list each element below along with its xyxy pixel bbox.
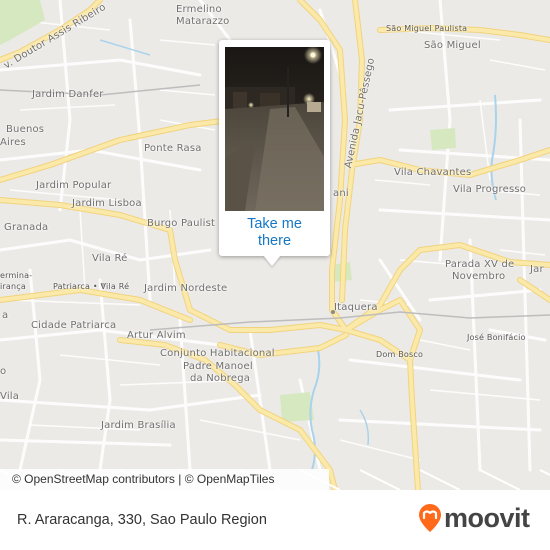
street-photo-image xyxy=(225,47,324,211)
label-dom-bosco: Dom Bosco xyxy=(376,350,424,359)
destination-popup: Take me there xyxy=(219,40,330,256)
label-ani: ani xyxy=(333,188,349,199)
label-jose-bonifacio: José Bonifácio xyxy=(467,333,526,342)
label-artur-alvim: Artur Alvim xyxy=(127,330,186,341)
take-me-there-line2: there xyxy=(257,233,292,249)
label-granada: Granada xyxy=(4,222,49,233)
moovit-wordmark: moovit xyxy=(444,502,530,533)
label-ponte-rasa: Ponte Rasa xyxy=(144,143,202,154)
moovit-logo[interactable]: moovit xyxy=(418,501,530,535)
take-me-there-line1: Take me xyxy=(247,216,302,232)
label-jardim-danfer: Jardim Danfer xyxy=(32,89,104,100)
label-jardim-brasilia: Jardim Brasília xyxy=(101,420,176,431)
map-screen: Ermelino Matarazzo São Miguel Paulista S… xyxy=(0,0,550,550)
label-vila-re: Vila Ré xyxy=(92,253,128,264)
label-da-nobrega: da Nobrega xyxy=(190,373,251,384)
label-buenos: Buenos xyxy=(6,124,45,135)
street-photo xyxy=(225,47,324,211)
label-novembro: Novembro xyxy=(452,271,506,282)
label-jardim-lisboa: Jardim Lisboa xyxy=(72,198,142,209)
label-jardim-popular: Jardim Popular xyxy=(36,180,112,191)
address-text: R. Araracanga, 330, Sao Paulo Region xyxy=(17,512,267,528)
label-cidade-patriarca: Cidade Patriarca xyxy=(31,320,117,331)
popup-pointer xyxy=(263,255,281,266)
map-attribution[interactable]: © OpenStreetMap contributors | © OpenMap… xyxy=(0,469,329,490)
label-o: o xyxy=(0,366,7,377)
label-sao-miguel-paulista: São Miguel Paulista xyxy=(386,24,468,33)
label-ermelina: ermina- xyxy=(0,271,33,280)
label-aires: Aires xyxy=(0,137,26,148)
label-sao-miguel: São Miguel xyxy=(424,40,481,51)
label-vila-progresso: Vila Progresso xyxy=(453,184,527,195)
label-vila-chavantes: Vila Chavantes xyxy=(394,167,472,178)
label-burgo-paulista: Burgo Paulist xyxy=(147,218,216,229)
label-parada-xv: Parada XV de xyxy=(445,259,515,270)
label-padre-manoel: Padre Manoel xyxy=(183,361,253,372)
label-jar: Jar xyxy=(530,264,544,275)
label-iranca: irança xyxy=(0,282,26,291)
label-a: a xyxy=(2,310,9,321)
label-patriarca-vila-re: Patriarca • Vila Ré xyxy=(53,282,130,291)
moovit-pin-icon xyxy=(419,504,441,532)
map-canvas[interactable]: Ermelino Matarazzo São Miguel Paulista S… xyxy=(0,0,550,490)
label-jardim-nordeste: Jardim Nordeste xyxy=(144,283,228,294)
label-conjunto-habitacional: Conjunto Habitacional xyxy=(160,348,275,359)
take-me-there-link[interactable]: Take me there xyxy=(219,216,330,250)
label-matarazzo: Matarazzo xyxy=(176,16,230,27)
footer-bar: R. Araracanga, 330, Sao Paulo Region moo… xyxy=(0,490,550,550)
label-itaquera: Itaquera xyxy=(334,302,378,313)
label-ermelino: Ermelino xyxy=(176,4,222,15)
label-vila: Vila xyxy=(0,391,20,402)
